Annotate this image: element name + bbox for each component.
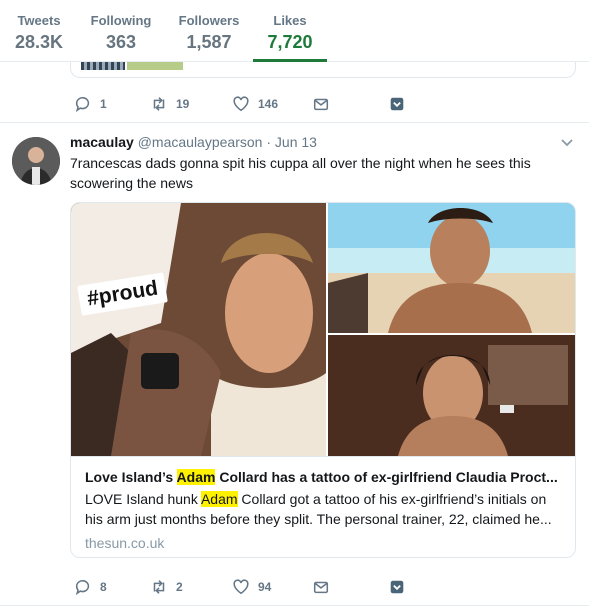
card-title: Love Island’s Adam Collard has a tattoo … — [85, 469, 563, 485]
direct-message-button[interactable] — [312, 575, 330, 599]
envelope-icon — [313, 581, 329, 594]
tweet-header: macaulay @macaulaypearson · Jun 13 — [70, 134, 317, 150]
previous-tweet-media[interactable] — [70, 62, 576, 78]
reply-count: 1 — [100, 97, 107, 111]
display-name[interactable]: macaulay — [70, 134, 134, 150]
tweet-timestamp[interactable]: Jun 13 — [275, 134, 317, 150]
more-actions-button[interactable] — [388, 575, 406, 599]
heart-icon — [233, 579, 249, 595]
tweet-divider — [0, 605, 589, 606]
tab-tweets[interactable]: Tweets 28.3K — [10, 0, 68, 62]
reply-icon — [75, 580, 90, 596]
like-button[interactable]: 94 — [232, 575, 271, 599]
tab-followers[interactable]: Followers 1,587 — [176, 0, 242, 62]
reply-count: 8 — [100, 580, 107, 594]
direct-message-button[interactable] — [312, 92, 330, 116]
chevron-down-icon[interactable] — [558, 136, 576, 150]
like-count: 146 — [258, 97, 279, 111]
retweet-icon — [153, 97, 165, 111]
tab-likes-label: Likes — [273, 13, 307, 28]
card-image-left: #proud — [71, 203, 326, 456]
tweet-text: 7rancescas dads gonna spit his cuppa all… — [70, 155, 531, 191]
like-count: 94 — [258, 580, 272, 594]
previous-media-image — [81, 62, 125, 70]
flag-icon — [390, 97, 404, 111]
reply-button[interactable]: 8 — [74, 575, 107, 599]
flag-icon — [390, 580, 404, 594]
tab-likes-count: 7,720 — [267, 32, 313, 52]
card-title-start: Love Island’s — [85, 469, 177, 485]
separator: · — [266, 134, 272, 150]
more-actions-button[interactable] — [388, 92, 406, 116]
card-title-end: Collard has a tattoo of ex-girlfriend Cl… — [215, 469, 558, 485]
previous-media-image — [127, 62, 183, 70]
retweet-button[interactable]: 19 — [150, 92, 189, 116]
card-desc-start: LOVE Island hunk — [85, 491, 201, 507]
card-description: LOVE Island hunk Adam Collard got a tatt… — [85, 489, 563, 529]
envelope-icon — [313, 98, 329, 111]
tab-following-label: Following — [90, 13, 152, 28]
avatar-image — [12, 137, 60, 185]
avatar[interactable] — [12, 137, 60, 185]
card-domain: thesun.co.uk — [85, 535, 165, 551]
photo-woman-portrait — [328, 335, 575, 456]
user-handle[interactable]: @macaulaypearson — [138, 134, 263, 150]
card-desc-highlight: Adam — [200, 491, 238, 507]
heart-icon — [233, 96, 249, 112]
tweet-divider — [0, 122, 589, 123]
retweet-count: 19 — [176, 97, 190, 111]
reply-icon — [75, 97, 90, 113]
card-summary: Love Island’s Adam Collard has a tattoo … — [71, 456, 575, 557]
tab-tweets-count: 28.3K — [14, 32, 64, 52]
tab-tweets-label: Tweets — [17, 13, 61, 28]
reply-button[interactable]: 1 — [74, 92, 107, 116]
tab-following-count: 363 — [105, 32, 137, 52]
retweet-button[interactable]: 2 — [150, 575, 183, 599]
retweet-icon — [153, 580, 165, 594]
card-image-collage: #proud — [71, 203, 575, 456]
profile-nav: Tweets 28.3K Following 363 Followers 1,5… — [0, 0, 589, 62]
retweet-count: 2 — [176, 580, 183, 594]
tab-followers-count: 1,587 — [186, 32, 232, 52]
card-image-top-right — [328, 203, 575, 333]
link-card[interactable]: #proud Love Island’s Adam Collard has a … — [70, 202, 576, 558]
photo-selfie — [71, 203, 326, 456]
card-image-bottom-right — [328, 335, 575, 456]
card-title-highlight: Adam — [176, 469, 216, 485]
tab-following[interactable]: Following 363 — [88, 0, 154, 62]
like-button[interactable]: 146 — [232, 92, 278, 116]
tab-followers-label: Followers — [178, 13, 240, 28]
photo-beach-portrait — [328, 203, 575, 333]
tab-likes[interactable]: Likes 7,720 — [253, 0, 327, 62]
